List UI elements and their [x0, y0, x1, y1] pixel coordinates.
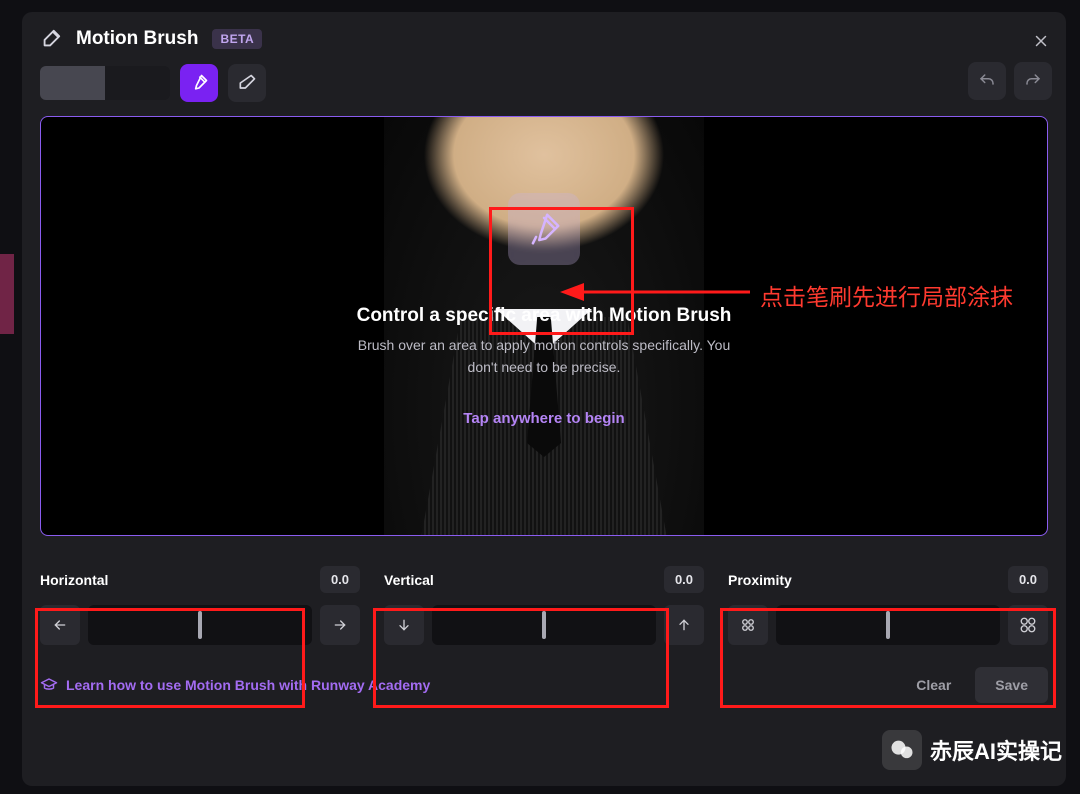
history-buttons	[968, 62, 1052, 100]
brush-icon	[525, 210, 563, 248]
swatch-1[interactable]	[40, 66, 105, 100]
brush-color-swatches[interactable]	[40, 66, 170, 100]
vertical-decrease-button[interactable]	[384, 605, 424, 645]
brush-tool-button[interactable]	[180, 64, 218, 102]
beta-badge: BETA	[212, 29, 262, 49]
overlay-description-line1: Brush over an area to apply motion contr…	[358, 337, 731, 353]
slider-knob[interactable]	[198, 611, 202, 639]
horizontal-label: Horizontal	[40, 572, 108, 588]
overlay-description-line2: don't need to be precise.	[468, 359, 621, 375]
horizontal-slider-block: Horizontal 0.0	[40, 566, 360, 645]
proximity-value[interactable]: 0.0	[1008, 566, 1048, 593]
slider-knob[interactable]	[542, 611, 546, 639]
clear-button[interactable]: Clear	[902, 667, 965, 703]
learn-link[interactable]: Learn how to use Motion Brush with Runwa…	[40, 676, 430, 694]
toolbar	[22, 64, 1066, 116]
tap-to-begin-button[interactable]: Tap anywhere to begin	[463, 410, 624, 427]
canvas-area[interactable]: Control a specific area with Motion Brus…	[40, 116, 1048, 536]
vertical-slider[interactable]	[432, 605, 656, 645]
horizontal-slider[interactable]	[88, 605, 312, 645]
vertical-value[interactable]: 0.0	[664, 566, 704, 593]
eraser-tool-button[interactable]	[228, 64, 266, 102]
proximity-increase-button[interactable]	[1008, 605, 1048, 645]
horizontal-decrease-button[interactable]	[40, 605, 80, 645]
background-page-accent	[0, 254, 14, 334]
redo-button[interactable]	[1014, 62, 1052, 100]
vertical-label: Vertical	[384, 572, 434, 588]
horizontal-value[interactable]: 0.0	[320, 566, 360, 593]
motion-sliders: Horizontal 0.0 Vertical 0.0	[22, 536, 1066, 655]
close-button[interactable]	[1030, 30, 1052, 52]
proximity-decrease-button[interactable]	[728, 605, 768, 645]
overlay-heading: Control a specific area with Motion Brus…	[357, 305, 732, 327]
panel-header: Motion Brush BETA	[22, 12, 1066, 64]
panel-footer: Learn how to use Motion Brush with Runwa…	[22, 655, 1066, 719]
learn-link-label: Learn how to use Motion Brush with Runwa…	[66, 677, 430, 693]
motion-brush-panel: Motion Brush BETA	[22, 12, 1066, 786]
proximity-label: Proximity	[728, 572, 792, 588]
graduation-cap-icon	[40, 676, 58, 694]
horizontal-increase-button[interactable]	[320, 605, 360, 645]
overlay-brush-chip[interactable]	[508, 193, 580, 265]
onboarding-overlay: Control a specific area with Motion Brus…	[41, 117, 1047, 535]
swatch-2[interactable]	[105, 66, 170, 100]
slider-knob[interactable]	[886, 611, 890, 639]
save-button[interactable]: Save	[975, 667, 1048, 703]
proximity-slider-block: Proximity 0.0	[728, 566, 1048, 645]
proximity-slider[interactable]	[776, 605, 1000, 645]
vertical-slider-block: Vertical 0.0	[384, 566, 704, 645]
vertical-increase-button[interactable]	[664, 605, 704, 645]
overlay-description: Brush over an area to apply motion contr…	[358, 335, 731, 378]
brush-icon	[40, 28, 62, 50]
panel-title: Motion Brush	[76, 28, 198, 50]
undo-button[interactable]	[968, 62, 1006, 100]
